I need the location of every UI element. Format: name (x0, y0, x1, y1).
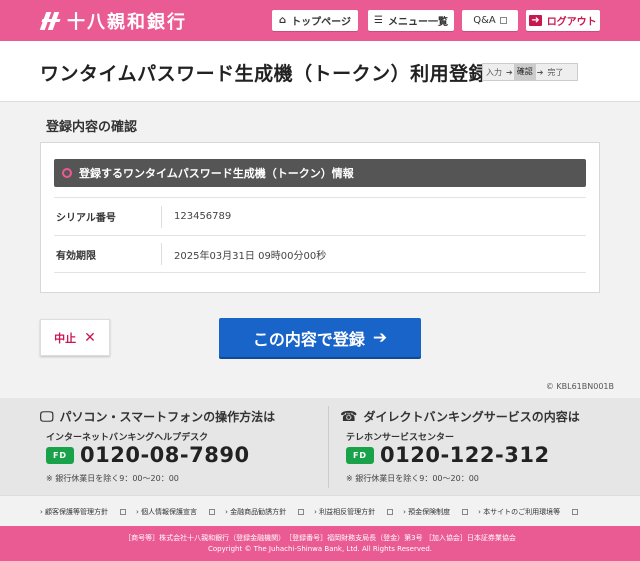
external-window-icon (462, 509, 469, 515)
footer-bar: ［商号等］株式会社十八親和銀行（登録金融機関） ［登録番号］福岡財務支局長（登金… (0, 526, 640, 561)
logout-icon: ➜ (529, 15, 542, 26)
footer-link[interactable]: › 本サイトのご利用環境等 (478, 507, 579, 517)
external-window-icon (499, 17, 507, 24)
logout-label: ログアウト (546, 17, 597, 28)
pc-help-title-text: パソコン・スマートフォンの操作方法は (59, 410, 276, 424)
pc-help-desk: インターネットバンキングヘルプデスク (46, 433, 209, 443)
panel-title: 登録するワンタイムパスワード生成機（トークン）情報 (79, 167, 354, 180)
pc-help-title: 🖵 パソコン・スマートフォンの操作方法は (40, 408, 275, 425)
top-page-label: トップページ (291, 17, 351, 28)
step-arrow-icon: ➔ (536, 67, 544, 77)
footer-link[interactable]: › 利益相反管理方針 (314, 507, 394, 517)
phone-tel: 0120-122-312 (380, 443, 550, 467)
section-title: 登録内容の確認 (46, 120, 138, 135)
row-divider (161, 205, 162, 228)
company-info: ［商号等］株式会社十八親和銀行（登録金融機関） ［登録番号］福岡財務支局長（登金… (124, 534, 516, 542)
top-page-button[interactable]: ⌂ トップページ (272, 10, 358, 31)
pc-phone-number[interactable]: FD 0120-08-7890 (46, 443, 250, 467)
external-window-icon (209, 509, 216, 515)
circle-bullet-icon (62, 168, 72, 178)
step-arrow-icon: ➔ (506, 67, 513, 77)
footer-link-list: › 顧客保護等管理方針 › 個人情報保護宣言 › 金融商品勧誘方針 › 利益相反… (40, 507, 588, 517)
serial-number-label: シリアル番号 (56, 213, 116, 224)
qa-label: Q&A (473, 15, 496, 26)
external-window-icon (572, 509, 579, 515)
confirmation-panel: 登録するワンタイムパスワード生成機（トークン）情報 シリアル番号 1234567… (40, 142, 600, 293)
bank-logo[interactable]: 十八親和銀行 (39, 8, 187, 34)
copyright: Copyright © The Juhachi-Shinwa Bank, Ltd… (208, 545, 432, 553)
footer-link[interactable]: › 金融商品勧誘方針 (225, 507, 305, 517)
bank-name: 十八親和銀行 (67, 12, 187, 33)
free-dial-icon: FD (346, 446, 374, 464)
phone-icon: ☎ (340, 408, 358, 425)
pc-help: 🖵 パソコン・スマートフォンの操作方法は インターネットバンキングヘルプデスク … (40, 398, 340, 495)
phone-help-desk: テレホンサービスセンター (346, 433, 455, 443)
computer-icon: 🖵 (40, 408, 54, 425)
register-button[interactable]: この内容で登録 ➔ (219, 318, 421, 357)
phone-help-note: ※ 銀行休業日を除く9：00～20：00 (346, 474, 479, 483)
footer-link[interactable]: › 個人情報保護宣言 (136, 507, 216, 517)
register-label: この内容で登録 (252, 329, 365, 349)
step-indicator: 入力 ➔ 確認 ➔ 完了 (482, 63, 578, 81)
menu-list-button[interactable]: ☰ メニュー一覧 (368, 10, 454, 31)
external-window-icon (120, 509, 127, 515)
page-title: ワンタイムパスワード生成機（トークン）利用登録 (40, 63, 489, 85)
footer-link-label: 金融商品勧誘方針 (230, 508, 287, 516)
step-input: 入力 (486, 67, 502, 77)
screen-id: © KBL61BN001B (545, 382, 614, 391)
table-row: 有効期限 2025年03月31日 09時00分00秒 (54, 235, 586, 273)
external-window-icon (387, 509, 394, 515)
footer-link-label: 個人情報保護宣言 (141, 508, 198, 516)
phone-help-title-text: ダイレクトバンキングサービスの内容は (363, 410, 580, 424)
row-divider (161, 243, 162, 265)
expiry-label: 有効期限 (56, 250, 96, 262)
footer-link-label: 本サイトのご利用環境等 (483, 508, 561, 516)
menu-list-label: メニュー一覧 (387, 17, 448, 28)
home-icon: ⌂ (279, 15, 287, 26)
phone-phone-number[interactable]: FD 0120-122-312 (346, 443, 550, 467)
step-confirm: 確認 (513, 64, 536, 80)
footer-link[interactable]: › 預金保険制度 (403, 507, 469, 517)
cancel-button[interactable]: 中止 ✕ (40, 319, 110, 356)
serial-number-value: 123456789 (174, 211, 232, 222)
table-row: シリアル番号 123456789 (54, 197, 586, 235)
expiry-value: 2025年03月31日 09時00分00秒 (174, 250, 327, 262)
footer-links: › 顧客保護等管理方針 › 個人情報保護宣言 › 金融商品勧誘方針 › 利益相反… (0, 495, 640, 526)
footer-link-label: 預金保険制度 (408, 508, 451, 516)
menu-icon: ☰ (374, 15, 383, 26)
pc-tel: 0120-08-7890 (80, 443, 250, 467)
close-icon: ✕ (84, 329, 96, 346)
cancel-label: 中止 (54, 331, 77, 345)
arrow-right-icon: ➔ (372, 327, 388, 348)
external-window-icon (298, 509, 305, 515)
title-band: ワンタイムパスワード生成機（トークン）利用登録 入力 ➔ 確認 ➔ 完了 (0, 41, 640, 102)
free-dial-icon: FD (46, 446, 74, 464)
bank-logo-mark (39, 10, 62, 32)
help-band: 🖵 パソコン・スマートフォンの操作方法は インターネットバンキングヘルプデスク … (0, 398, 640, 495)
footer-link[interactable]: › 顧客保護等管理方針 (40, 507, 127, 517)
step-complete: 完了 (547, 67, 564, 77)
footer-link-label: 顧客保護等管理方針 (45, 508, 109, 516)
pc-help-note: ※ 銀行休業日を除く9：00～20：00 (46, 474, 179, 483)
phone-help-title: ☎ ダイレクトバンキングサービスの内容は (340, 408, 580, 425)
logout-button[interactable]: ➜ ログアウト (526, 10, 600, 31)
header-bar: 十八親和銀行 ⌂ トップページ ☰ メニュー一覧 Q&A ➜ ログアウト (0, 0, 640, 41)
help-divider (328, 406, 329, 488)
footer-link-label: 利益相反管理方針 (319, 508, 376, 516)
qa-button[interactable]: Q&A (462, 10, 518, 31)
phone-help: ☎ ダイレクトバンキングサービスの内容は テレホンサービスセンター FD 012… (340, 398, 640, 495)
panel-header: 登録するワンタイムパスワード生成機（トークン）情報 (54, 159, 586, 187)
